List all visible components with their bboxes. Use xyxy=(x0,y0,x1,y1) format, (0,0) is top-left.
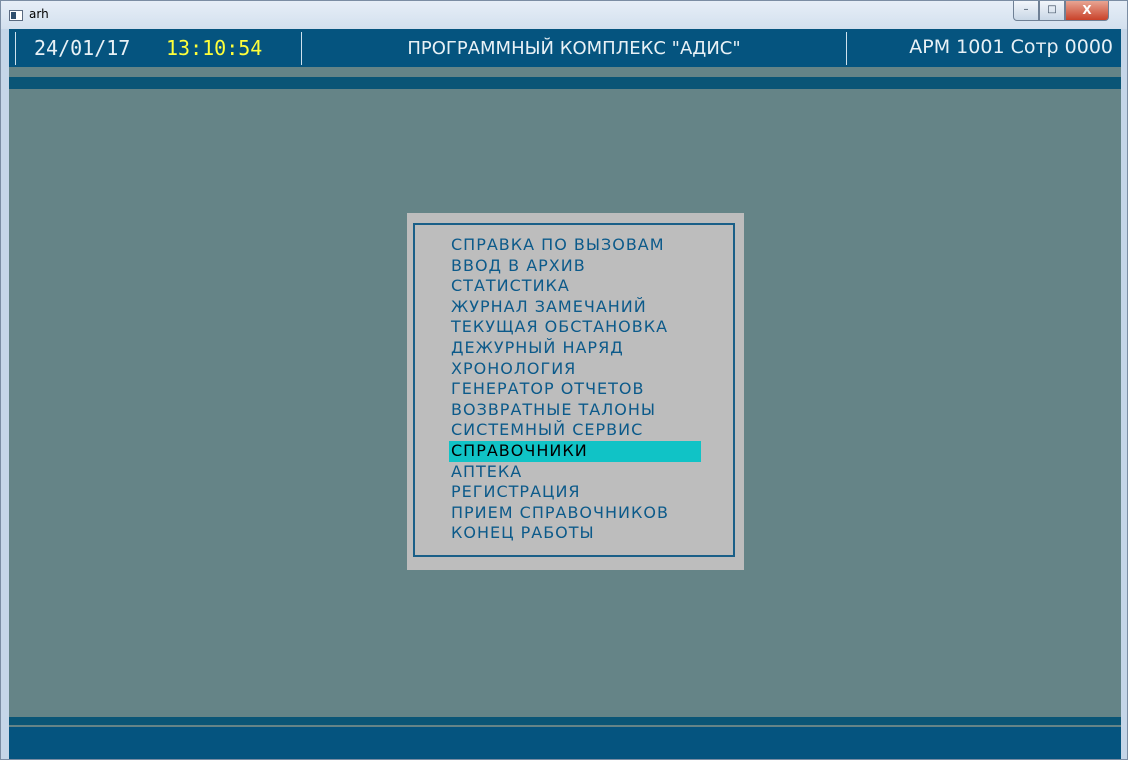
app-window: arh – □ X 24/01/17 13:10:54 ПРОГРАММНЫЙ … xyxy=(0,0,1128,760)
main-menu: СПРАВКА ПО ВЫЗОВАМ ВВОД В АРХИВ СТАТИСТИКА… xyxy=(407,213,744,570)
menu-item[interactable]: РЕГИСТРАЦИЯ xyxy=(449,482,701,503)
title-bar[interactable]: arh – □ X xyxy=(1,1,1127,29)
menu-item[interactable]: ЖУРНАЛ ЗАМЕЧАНИЙ xyxy=(449,297,701,318)
window-title: arh xyxy=(29,7,49,21)
maximize-icon: □ xyxy=(1047,4,1057,15)
menu-item[interactable]: КОНЕЦ РАБОТЫ xyxy=(449,523,701,544)
footer-divider xyxy=(9,717,1121,725)
maximize-button[interactable]: □ xyxy=(1039,1,1065,21)
menu-item[interactable]: СПРАВКА ПО ВЫЗОВАМ xyxy=(449,235,701,256)
menu-item[interactable]: АПТЕКА xyxy=(449,462,701,483)
menu-item[interactable]: СТАТИСТИКА xyxy=(449,276,701,297)
status-header: 24/01/17 13:10:54 ПРОГРАММНЫЙ КОМПЛЕКС "… xyxy=(9,29,1121,67)
workstation-info: АРМ 1001 Сотр 0000 xyxy=(909,36,1113,58)
status-footer xyxy=(9,727,1121,759)
current-time: 13:10:54 xyxy=(166,36,263,60)
datetime-cell: 24/01/17 13:10:54 xyxy=(15,32,302,65)
console-area[interactable]: 24/01/17 13:10:54 ПРОГРАММНЫЙ КОМПЛЕКС "… xyxy=(9,29,1121,759)
menu-item[interactable]: СИСТЕМНЫЙ СЕРВИС xyxy=(449,420,701,441)
menu-item[interactable]: ДЕЖУРНЫЙ НАРЯД xyxy=(449,338,701,359)
minimize-icon: – xyxy=(1023,4,1029,15)
minimize-button[interactable]: – xyxy=(1013,1,1039,21)
menu-item[interactable]: ХРОНОЛОГИЯ xyxy=(449,359,701,380)
title-cell: ПРОГРАММНЫЙ КОМПЛЕКС "АДИС" xyxy=(302,32,847,65)
close-icon: X xyxy=(1082,3,1092,17)
menu-item[interactable]: ТЕКУЩАЯ ОБСТАНОВКА xyxy=(449,317,701,338)
header-divider xyxy=(9,77,1121,89)
console-app-icon xyxy=(9,10,23,21)
close-button[interactable]: X xyxy=(1065,1,1109,21)
menu-item[interactable]: ВОЗВРАТНЫЕ ТАЛОНЫ xyxy=(449,400,701,421)
program-title: ПРОГРАММНЫЙ КОМПЛЕКС "АДИС" xyxy=(407,38,741,59)
menu-list: СПРАВКА ПО ВЫЗОВАМ ВВОД В АРХИВ СТАТИСТИКА… xyxy=(449,235,701,544)
current-date: 24/01/17 xyxy=(34,36,131,60)
menu-item[interactable]: СПРАВОЧНИКИ xyxy=(449,440,701,462)
menu-item[interactable]: ВВОД В АРХИВ xyxy=(449,256,701,277)
menu-item[interactable]: ГЕНЕРАТОР ОТЧЕТОВ xyxy=(449,379,701,400)
menu-item[interactable]: ПРИЕМ СПРАВОЧНИКОВ xyxy=(449,503,701,524)
workstation-cell: АРМ 1001 Сотр 0000 xyxy=(847,32,1121,65)
